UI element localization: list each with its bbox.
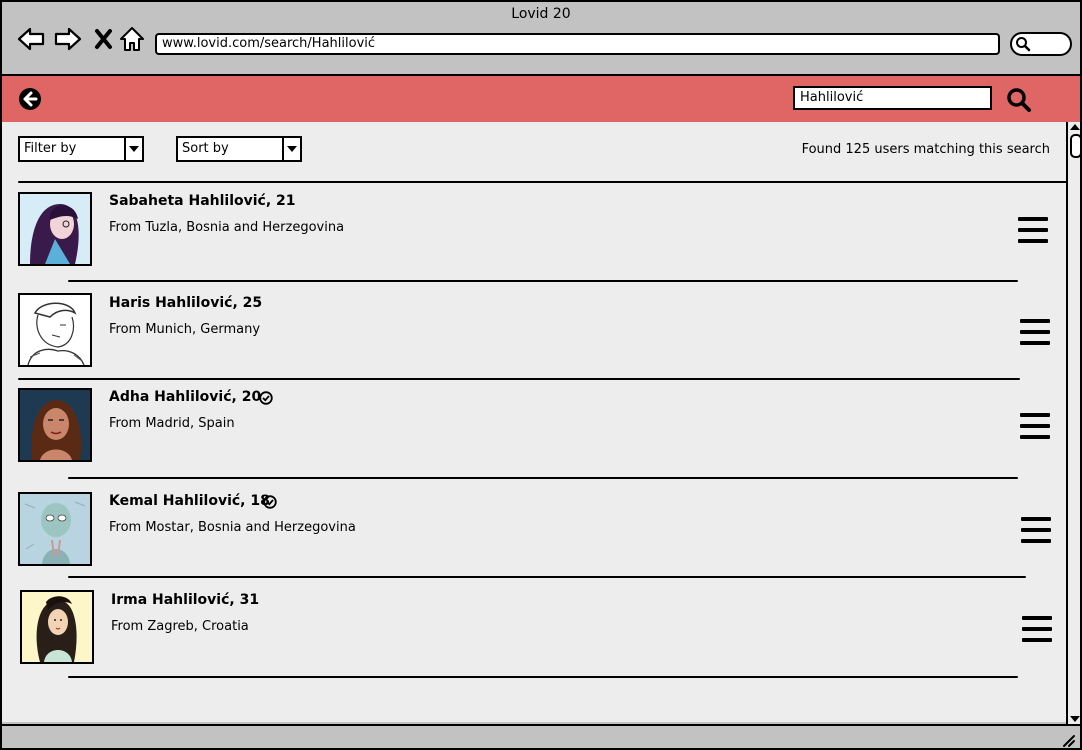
avatar[interactable] <box>20 590 94 664</box>
menu-icon[interactable] <box>1018 217 1048 243</box>
menu-icon[interactable] <box>1020 413 1050 439</box>
vertical-scrollbar[interactable] <box>1066 122 1081 724</box>
chevron-down-icon[interactable] <box>124 138 142 160</box>
user-location: From Zagreb, Croatia <box>111 619 249 634</box>
filter-dropdown[interactable]: Filter by <box>18 136 144 162</box>
menu-icon[interactable] <box>1021 517 1051 543</box>
scroll-down-icon[interactable] <box>1069 714 1081 724</box>
divider <box>18 378 1020 380</box>
scroll-thumb[interactable] <box>1070 134 1080 158</box>
user-location: From Tuzla, Bosnia and Herzegovina <box>109 220 345 235</box>
verified-check-icon <box>259 391 273 405</box>
user-location: From Mostar, Bosnia and Herzegovina <box>109 520 356 535</box>
user-name[interactable]: Kemal Hahlilović, 18 <box>109 493 270 509</box>
menu-icon[interactable] <box>1020 319 1050 345</box>
user-location: From Madrid, Spain <box>109 416 235 431</box>
search-input[interactable]: Hahlilović <box>793 86 992 110</box>
home-icon[interactable] <box>117 24 147 54</box>
divider <box>68 280 1018 282</box>
filter-dropdown-label: Filter by <box>24 141 77 156</box>
sort-dropdown-label: Sort by <box>182 141 229 156</box>
chevron-down-icon[interactable] <box>282 138 300 160</box>
divider <box>68 477 1018 479</box>
scroll-up-icon[interactable] <box>1069 122 1081 132</box>
list-item[interactable]: Kemal Hahlilović, 18 From Mostar, Bosnia… <box>2 490 1066 580</box>
user-name[interactable]: Haris Hahlilović, 25 <box>109 295 262 311</box>
search-icon <box>1016 37 1031 52</box>
divider <box>68 676 1018 678</box>
menu-icon[interactable] <box>1022 616 1052 642</box>
user-name[interactable]: Irma Hahlilović, 31 <box>111 592 259 608</box>
browser-window: Lovid 20 www.lovid.com/search/Hahlilović… <box>0 0 1082 750</box>
results-panel: Filter by Sort by Found 125 users matchi… <box>2 122 1068 722</box>
list-item[interactable]: Adha Hahlilović, 20 From Madrid, Spain <box>2 386 1066 476</box>
user-name[interactable]: Adha Hahlilović, 20 <box>109 389 261 405</box>
status-bar <box>2 724 1080 748</box>
result-count: Found 125 users matching this search <box>801 142 1050 157</box>
app-header: Hahlilović <box>2 74 1080 124</box>
avatar[interactable] <box>18 192 92 266</box>
search-icon[interactable] <box>1006 87 1032 113</box>
forward-arrow-icon[interactable] <box>53 24 83 54</box>
resize-grip-icon[interactable] <box>1060 732 1076 748</box>
divider <box>68 576 1026 578</box>
title-bar: Lovid 20 www.lovid.com/search/Hahlilović <box>2 2 1080 74</box>
user-location: From Munich, Germany <box>109 322 261 337</box>
user-name[interactable]: Sabaheta Hahlilović, 21 <box>109 193 296 209</box>
back-circle-icon[interactable] <box>18 87 42 111</box>
list-item[interactable]: Haris Hahlilović, 25 From Munich, German… <box>2 290 1066 380</box>
avatar[interactable] <box>18 388 92 462</box>
list-item[interactable]: Irma Hahlilović, 31 From Zagreb, Croatia <box>2 588 1066 678</box>
divider <box>18 181 1068 183</box>
list-item[interactable]: Sabaheta Hahlilović, 21 From Tuzla, Bosn… <box>2 190 1066 280</box>
back-arrow-icon[interactable] <box>16 24 46 54</box>
browser-search-field[interactable] <box>1010 32 1072 56</box>
close-x-icon[interactable] <box>90 24 120 54</box>
sort-dropdown[interactable]: Sort by <box>176 136 302 162</box>
avatar[interactable] <box>18 492 92 566</box>
avatar[interactable] <box>18 293 92 367</box>
window-title: Lovid 20 <box>511 6 571 22</box>
url-field[interactable]: www.lovid.com/search/Hahlilović <box>155 33 1000 55</box>
verified-check-icon <box>263 495 277 509</box>
